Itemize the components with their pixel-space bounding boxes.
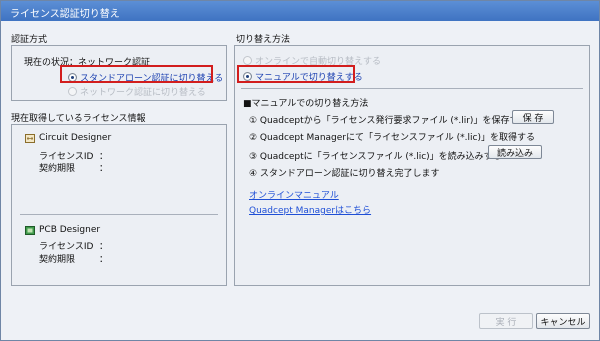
window-title: ライセンス認証切り替え <box>10 9 120 20</box>
license-switch-dialog: ライセンス認証切り替え 認証方式 現在の状況：ネットワーク認証 スタンドアローン… <box>0 0 600 341</box>
switch-method-group-label: 切り替え方法 <box>236 35 291 45</box>
license-divider <box>20 214 218 215</box>
circuit-expiry-label: 契約期限 <box>39 164 76 174</box>
radio-network-indicator <box>68 87 77 96</box>
quadcept-manager-link[interactable]: Quadcept Managerはこちら <box>249 203 371 216</box>
license-info-panel: Circuit Designer ライセンスID ： 契約期限 ： PCB De… <box>11 124 227 286</box>
step-1-text: ① Quadceptから「ライセンス発行要求ファイル (*.lir)」を保存する <box>249 116 528 126</box>
step-3-text: ③ Quadceptに「ライセンスファイル (*.lic)」を読み込みする <box>249 152 502 162</box>
switch-method-divider <box>241 88 583 89</box>
license-info-group-label: 現在取得しているライセンス情報 <box>11 114 146 124</box>
pcb-license-id-label: ライセンスID <box>39 242 94 252</box>
pcb-expiry-row: 契約期限 ： <box>39 252 108 265</box>
radio-online-auto-indicator <box>243 56 252 65</box>
manual-method-heading: ■マニュアルでの切り替え方法 <box>243 99 369 109</box>
highlight-manual-option <box>237 65 355 83</box>
pcb-license-id-row: ライセンスID ： <box>39 239 108 252</box>
step-2-text: ② Quadcept Managerにて「ライセンスファイル (*.lic)」を… <box>249 133 535 143</box>
cancel-button[interactable]: キャンセル <box>536 313 590 329</box>
step-4-text: ④ スタンドアローン認証に切り替え完了します <box>249 169 440 179</box>
circuit-designer-name: Circuit Designer <box>39 133 112 143</box>
auth-method-group-label: 認証方式 <box>11 35 48 45</box>
pcb-license-id-value: ： <box>99 242 109 252</box>
pcb-designer-name: PCB Designer <box>39 225 101 235</box>
execute-button[interactable]: 実 行 <box>479 313 533 329</box>
highlight-standalone-option <box>60 65 213 83</box>
circuit-expiry-row: 契約期限 ： <box>39 161 108 174</box>
radio-network: ネットワーク認証に切り替える <box>68 85 206 98</box>
pcb-designer-icon <box>25 226 35 235</box>
title-bar[interactable]: ライセンス認証切り替え <box>1 1 599 21</box>
pcb-expiry-label: 契約期限 <box>39 255 76 265</box>
save-request-button[interactable]: 保 存 <box>512 110 554 124</box>
radio-network-label: ネットワーク認証に切り替える <box>80 88 206 98</box>
load-license-button[interactable]: 読み込み <box>488 145 542 159</box>
circuit-designer-icon <box>25 134 35 143</box>
circuit-expiry-value: ： <box>99 164 109 174</box>
online-manual-link[interactable]: オンラインマニュアル <box>249 188 339 201</box>
pcb-expiry-value: ： <box>99 255 109 265</box>
